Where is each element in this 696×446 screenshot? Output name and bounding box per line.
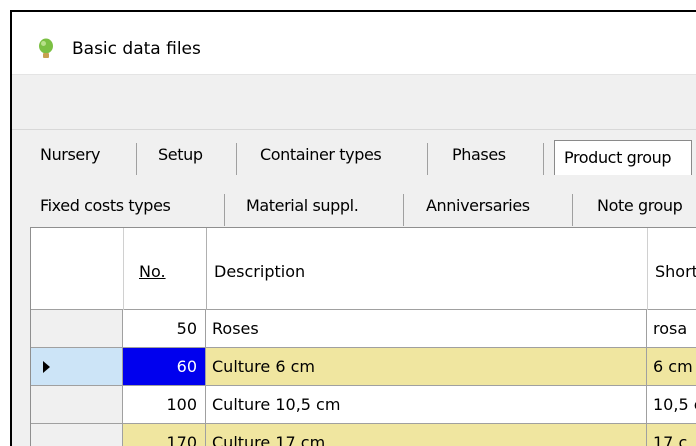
cell-short[interactable]: 6 cm xyxy=(647,348,696,385)
cell-short[interactable]: 10,5 c xyxy=(647,386,696,423)
column-header-description[interactable]: Description xyxy=(214,262,305,281)
cell-short[interactable]: rosa xyxy=(647,310,696,347)
column-header-short[interactable]: Short xyxy=(655,262,696,281)
window-title: Basic data files xyxy=(72,39,201,59)
title-bar[interactable]: Basic data files xyxy=(12,12,696,74)
cell-no[interactable]: 170 xyxy=(123,424,206,446)
row-header[interactable] xyxy=(31,310,123,347)
column-header-no[interactable]: No. xyxy=(139,262,166,281)
tab-separator xyxy=(543,143,544,175)
tab-separator xyxy=(136,143,137,175)
table-row[interactable]: 170 Culture 17 cm 17 c xyxy=(31,424,696,446)
column-divider xyxy=(123,228,124,310)
cell-description[interactable]: Culture 10,5 cm xyxy=(206,386,647,423)
grid-header: No. Description Short xyxy=(31,228,696,310)
table-row-selected[interactable]: 60 Culture 6 cm 6 cm xyxy=(31,348,696,386)
cell-no[interactable]: 50 xyxy=(123,310,206,347)
product-group-grid[interactable]: No. Description Short 50 Roses rosa 60 C… xyxy=(30,227,696,446)
tab-separator xyxy=(403,194,404,226)
tab-nursery[interactable]: Nursery xyxy=(40,142,101,168)
tab-separator xyxy=(236,143,237,175)
tab-separator xyxy=(572,194,573,226)
cell-no[interactable]: 60 xyxy=(123,348,206,385)
tab-separator xyxy=(224,194,225,226)
tab-material-suppl[interactable]: Material suppl. xyxy=(246,193,359,219)
toolbar xyxy=(12,74,696,130)
tab-row-1: Nursery Setup Container types Phases Pro… xyxy=(12,133,696,175)
cell-short[interactable]: 17 c xyxy=(647,424,696,446)
column-divider xyxy=(206,228,207,310)
tab-row-2: Fixed costs types Material suppl. Annive… xyxy=(12,184,696,226)
tab-anniversaries[interactable]: Anniversaries xyxy=(426,193,530,219)
cell-description[interactable]: Culture 17 cm xyxy=(206,424,647,446)
table-row[interactable]: 100 Culture 10,5 cm 10,5 c xyxy=(31,386,696,424)
cell-no[interactable]: 100 xyxy=(123,386,206,423)
tab-container-types[interactable]: Container types xyxy=(260,142,382,168)
tab-product-group[interactable]: Product group xyxy=(554,140,693,175)
table-row[interactable]: 50 Roses rosa xyxy=(31,310,696,348)
row-header[interactable] xyxy=(31,424,123,446)
tab-separator xyxy=(427,143,428,175)
app-window: Basic data files Nursery Setup Container… xyxy=(10,10,696,446)
tab-setup[interactable]: Setup xyxy=(158,142,203,168)
tab-fixed-costs-types[interactable]: Fixed costs types xyxy=(40,193,171,219)
row-header[interactable] xyxy=(31,348,123,385)
tab-phases[interactable]: Phases xyxy=(452,142,506,168)
cell-description[interactable]: Roses xyxy=(206,310,647,347)
column-divider xyxy=(647,228,648,310)
app-icon xyxy=(39,38,53,58)
cell-description[interactable]: Culture 6 cm xyxy=(206,348,647,385)
row-header[interactable] xyxy=(31,386,123,423)
tab-note-group[interactable]: Note group xyxy=(597,193,683,219)
row-pointer-icon xyxy=(43,361,50,373)
